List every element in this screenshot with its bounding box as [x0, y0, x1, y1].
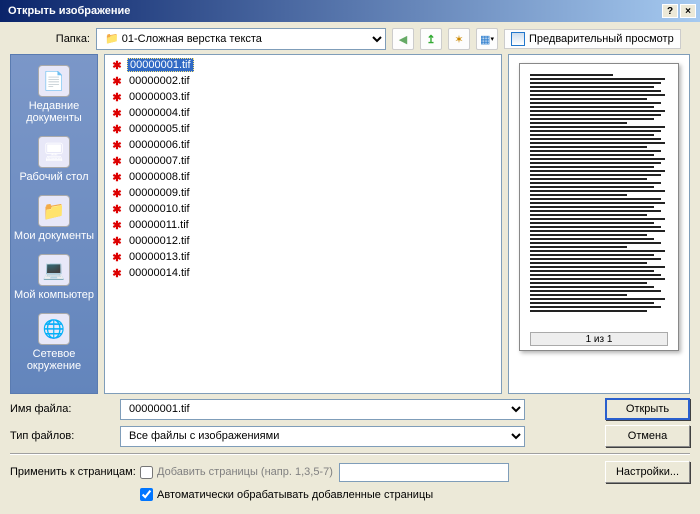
file-item[interactable]: ✱00000001.tif: [107, 57, 499, 73]
file-item[interactable]: ✱00000004.tif: [107, 105, 499, 121]
file-item[interactable]: ✱00000009.tif: [107, 185, 499, 201]
file-name: 00000014.tif: [127, 267, 192, 279]
mycomputer-icon: 💻: [38, 254, 70, 286]
preview-pane: 1 из 1: [508, 54, 690, 394]
filetype-dropdown[interactable]: Все файлы с изображениями: [120, 426, 525, 447]
sidebar-item-mydocs[interactable]: 📁 Мои документы: [13, 191, 95, 248]
file-icon: ✱: [110, 234, 124, 248]
apply-pages-label: Применить к страницам:: [10, 466, 140, 478]
filetype-label: Тип файлов:: [10, 430, 120, 442]
file-name: 00000006.tif: [127, 139, 192, 151]
file-name: 00000008.tif: [127, 171, 192, 183]
apply-pages-input[interactable]: [339, 463, 509, 482]
settings-button[interactable]: Настройки...: [605, 461, 690, 483]
file-name: 00000007.tif: [127, 155, 192, 167]
file-name: 00000004.tif: [127, 107, 192, 119]
file-name: 00000001.tif: [127, 58, 194, 72]
file-name: 00000005.tif: [127, 123, 192, 135]
file-icon: ✱: [110, 90, 124, 104]
file-icon: ✱: [110, 170, 124, 184]
file-item[interactable]: ✱00000002.tif: [107, 73, 499, 89]
sidebar-item-label: Мои документы: [14, 230, 94, 242]
view-menu-icon[interactable]: ▦▾: [476, 28, 498, 50]
desktop-icon: 🖥: [38, 136, 70, 168]
file-item[interactable]: ✱00000010.tif: [107, 201, 499, 217]
open-button[interactable]: Открыть: [605, 398, 690, 420]
recent-icon: 📄: [38, 65, 70, 97]
file-item[interactable]: ✱00000011.tif: [107, 217, 499, 233]
add-pages-checkbox[interactable]: [140, 466, 153, 479]
file-name: 00000012.tif: [127, 235, 192, 247]
file-icon: ✱: [110, 122, 124, 136]
file-icon: ✱: [110, 202, 124, 216]
file-name: 00000011.tif: [127, 219, 191, 231]
titlebar: Открыть изображение ? ×: [0, 0, 700, 22]
file-name: 00000002.tif: [127, 75, 192, 87]
file-icon: ✱: [110, 106, 124, 120]
sidebar-item-network[interactable]: 🌐 Сетевое окружение: [13, 309, 95, 378]
file-icon: ✱: [110, 186, 124, 200]
new-folder-icon[interactable]: ✶: [448, 28, 470, 50]
cancel-button[interactable]: Отмена: [605, 425, 690, 447]
sidebar-item-recent[interactable]: 📄 Недавние документы: [13, 61, 95, 130]
folder-label: Папка:: [10, 33, 90, 45]
file-icon: ✱: [110, 58, 124, 72]
sidebar-item-desktop[interactable]: 🖥 Рабочий стол: [13, 132, 95, 189]
places-sidebar: 📄 Недавние документы 🖥 Рабочий стол 📁 Мо…: [10, 54, 98, 394]
page-preview: 1 из 1: [519, 63, 679, 351]
sidebar-item-label: Недавние документы: [13, 100, 95, 124]
file-item[interactable]: ✱00000005.tif: [107, 121, 499, 137]
file-item[interactable]: ✱00000006.tif: [107, 137, 499, 153]
file-name: 00000013.tif: [127, 251, 192, 263]
back-icon[interactable]: ◀: [392, 28, 414, 50]
file-name: 00000010.tif: [127, 203, 192, 215]
sidebar-item-label: Мой компьютер: [14, 289, 94, 301]
add-pages-hint: Добавить страницы (напр. 1,3,5-7): [157, 466, 333, 478]
preview-toggle[interactable]: Предварительный просмотр: [504, 29, 681, 49]
file-icon: ✱: [110, 74, 124, 88]
filename-input[interactable]: 00000001.tif: [120, 399, 525, 420]
file-icon: ✱: [110, 154, 124, 168]
sidebar-item-mycomputer[interactable]: 💻 Мой компьютер: [13, 250, 95, 307]
filename-label: Имя файла:: [10, 403, 120, 415]
file-item[interactable]: ✱00000003.tif: [107, 89, 499, 105]
sidebar-item-label: Рабочий стол: [19, 171, 88, 183]
file-list[interactable]: ✱00000001.tif✱00000002.tif✱00000003.tif✱…: [104, 54, 502, 394]
up-icon[interactable]: ↥: [420, 28, 442, 50]
file-icon: ✱: [110, 138, 124, 152]
file-icon: ✱: [110, 266, 124, 280]
file-item[interactable]: ✱00000008.tif: [107, 169, 499, 185]
mydocs-icon: 📁: [38, 195, 70, 227]
file-icon: ✱: [110, 218, 124, 232]
help-button[interactable]: ?: [662, 4, 678, 18]
file-item[interactable]: ✱00000014.tif: [107, 265, 499, 281]
folder-dropdown[interactable]: 📁 01-Сложная верстка текста: [96, 28, 386, 50]
file-item[interactable]: ✱00000013.tif: [107, 249, 499, 265]
page-counter: 1 из 1: [530, 332, 668, 346]
auto-process-label: Автоматически обрабатывать добавленные с…: [157, 489, 433, 501]
file-icon: ✱: [110, 250, 124, 264]
file-item[interactable]: ✱00000007.tif: [107, 153, 499, 169]
file-name: 00000009.tif: [127, 187, 192, 199]
sidebar-item-label: Сетевое окружение: [13, 348, 95, 372]
preview-toggle-label: Предварительный просмотр: [529, 33, 674, 45]
file-name: 00000003.tif: [127, 91, 192, 103]
window-title: Открыть изображение: [4, 5, 660, 17]
preview-toggle-icon: [511, 32, 525, 46]
network-icon: 🌐: [38, 313, 70, 345]
folder-toolbar: Папка: 📁 01-Сложная верстка текста ◀ ↥ ✶…: [0, 22, 700, 54]
auto-process-checkbox[interactable]: [140, 488, 153, 501]
file-item[interactable]: ✱00000012.tif: [107, 233, 499, 249]
close-button[interactable]: ×: [680, 4, 696, 18]
